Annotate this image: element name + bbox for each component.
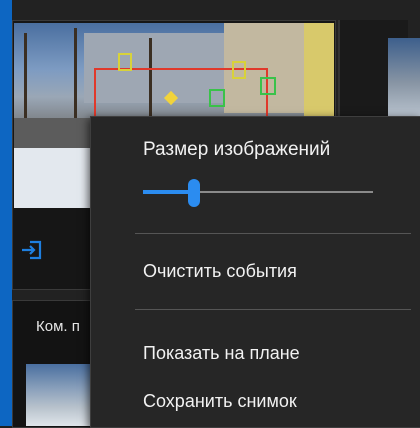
left-accent-band [0, 0, 12, 426]
building-image [304, 23, 334, 123]
menu-separator [135, 309, 411, 310]
camera-snapshot-secondary[interactable] [26, 364, 96, 426]
detection-box [232, 61, 246, 79]
camera-thumbnail[interactable] [388, 38, 420, 128]
clear-events-item[interactable]: Очистить события [143, 261, 297, 282]
show-on-plan-item[interactable]: Показать на плане [143, 343, 300, 364]
detection-box [260, 77, 276, 95]
save-snapshot-item[interactable]: Сохранить снимок [143, 391, 297, 412]
detection-box [118, 53, 132, 71]
image-size-slider[interactable] [143, 179, 373, 207]
tree-image [74, 28, 77, 123]
detection-box [209, 89, 225, 107]
menu-separator [135, 233, 411, 234]
slider-fill [143, 190, 194, 194]
slider-thumb[interactable] [188, 179, 200, 207]
login-icon[interactable] [20, 238, 44, 262]
camera-card-label: Ком. п [36, 318, 80, 335]
context-menu: Размер изображений Очистить события Пока… [90, 116, 420, 428]
image-size-heading: Размер изображений [143, 139, 331, 160]
tree-image [24, 33, 27, 123]
